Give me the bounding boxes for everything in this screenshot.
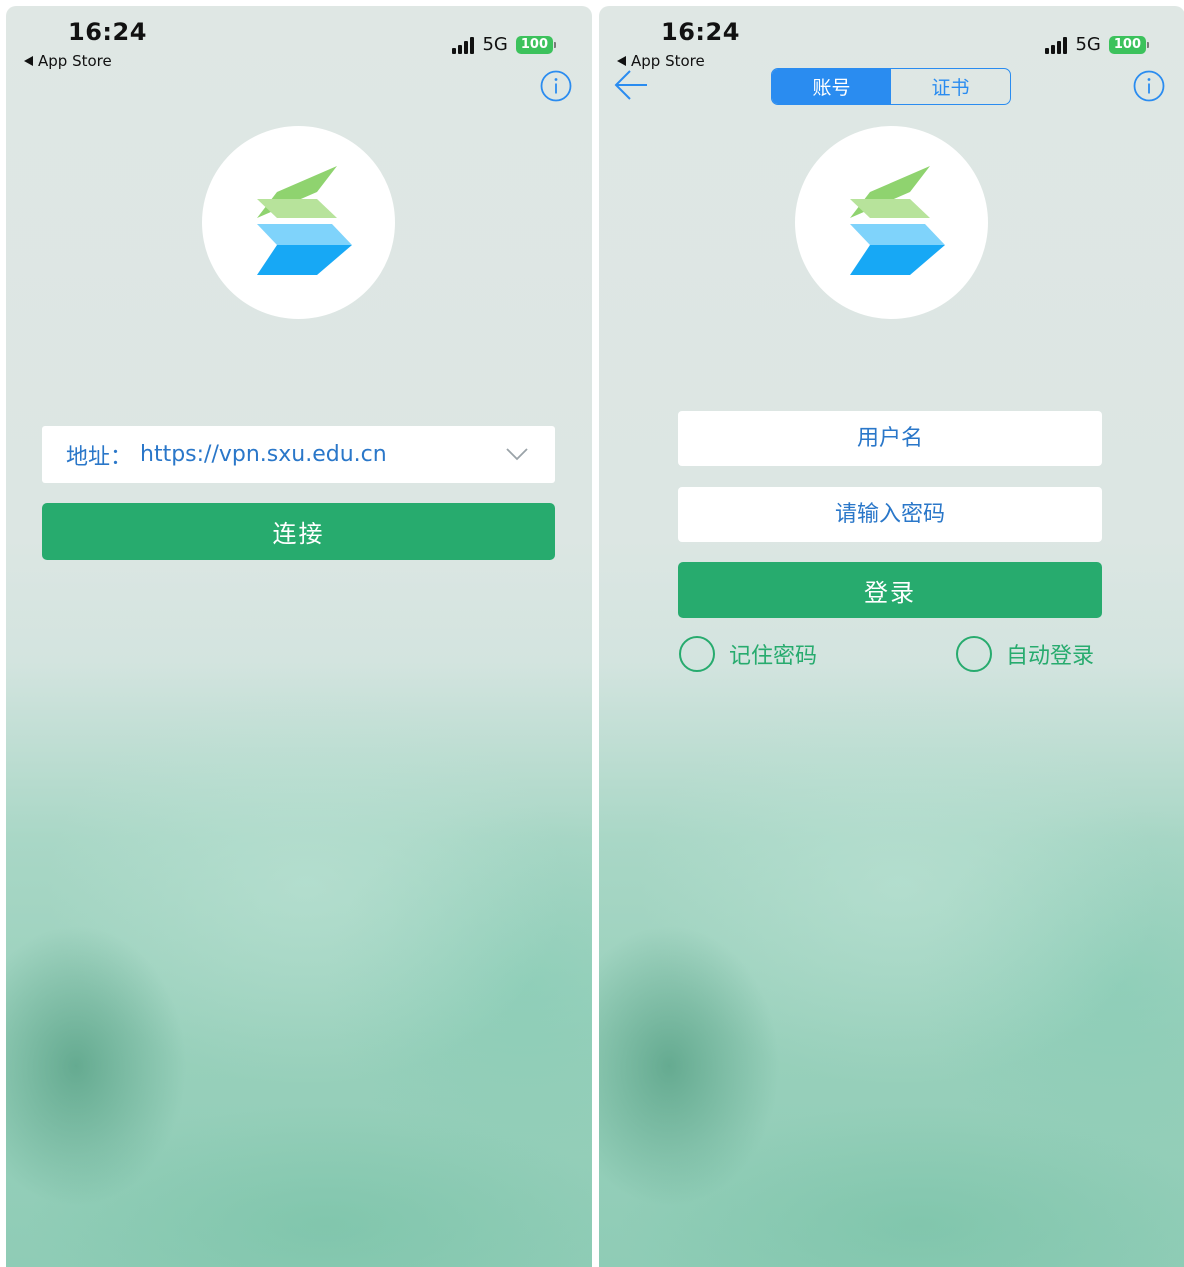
back-arrow-icon[interactable] [613, 68, 649, 102]
status-indicators: 5G 100 [452, 34, 556, 55]
battery-level: 100 [1108, 35, 1146, 54]
app-logo [795, 126, 988, 319]
username-field[interactable] [678, 411, 1102, 466]
signal-icon [1045, 36, 1068, 54]
back-triangle-icon [617, 56, 626, 66]
status-time: 16:24 [661, 18, 740, 46]
status-time: 16:24 [68, 18, 147, 46]
app-logo [202, 126, 395, 319]
battery-icon: 100 [1108, 35, 1149, 54]
remember-password-radio[interactable] [679, 636, 715, 672]
tab-account[interactable]: 账号 [772, 69, 891, 104]
address-value[interactable]: https://vpn.sxu.edu.cn [140, 442, 387, 467]
auto-login-label: 自动登录 [1006, 644, 1095, 669]
login-mode-tabs: 账号 证书 [771, 68, 1011, 105]
remember-password-label: 记住密码 [729, 644, 818, 669]
chevron-down-icon[interactable] [505, 446, 529, 462]
back-app-label: App Store [38, 52, 112, 70]
signal-icon [452, 36, 475, 54]
logo-mark-icon [850, 166, 945, 275]
password-field[interactable] [678, 487, 1102, 542]
back-triangle-icon [24, 56, 33, 66]
status-indicators: 5G 100 [1045, 34, 1149, 55]
login-button[interactable]: 登录 [678, 562, 1102, 618]
info-icon[interactable] [1133, 70, 1165, 102]
tab-certificate[interactable]: 证书 [891, 69, 1010, 104]
remember-password-option[interactable]: 记住密码 [679, 636, 817, 672]
back-to-app-store[interactable]: App Store [24, 52, 112, 70]
vpn-address-screen: 16:24 App Store 5G 100 地址： https://vpn.s… [6, 6, 592, 1267]
info-icon[interactable] [540, 70, 572, 102]
network-type: 5G [482, 34, 508, 55]
connect-button[interactable]: 连接 [42, 503, 555, 560]
battery-icon: 100 [515, 35, 556, 54]
battery-level: 100 [515, 35, 553, 54]
network-type: 5G [1075, 34, 1101, 55]
auto-login-option[interactable]: 自动登录 [956, 636, 1094, 672]
auto-login-radio[interactable] [956, 636, 992, 672]
address-input[interactable]: 地址： https://vpn.sxu.edu.cn [42, 426, 555, 483]
vpn-login-screen: 16:24 App Store 5G 100 账号 证书 登录 [599, 6, 1184, 1267]
address-label: 地址： [66, 444, 133, 470]
logo-mark-icon [257, 166, 352, 275]
